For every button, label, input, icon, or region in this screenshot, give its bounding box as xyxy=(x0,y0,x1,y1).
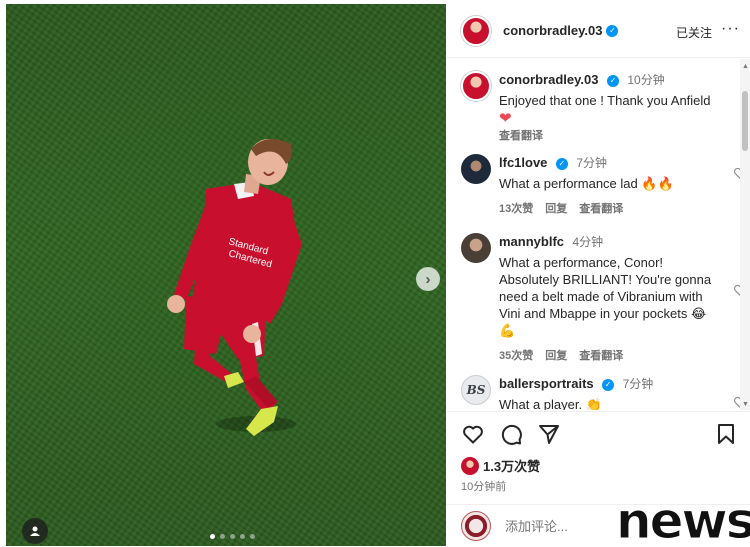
comment-time: 7分钟 xyxy=(576,156,608,170)
comment-time: 7分钟 xyxy=(622,377,654,391)
comment-like-heart-icon[interactable] xyxy=(733,283,740,297)
carousel-dot xyxy=(220,534,225,539)
comment-username[interactable]: mannyblfc xyxy=(499,234,564,249)
follow-status-button[interactable]: 已关注 xyxy=(676,24,712,41)
comment-like-heart-icon[interactable] xyxy=(733,166,740,180)
comment-avatar[interactable]: BS xyxy=(461,375,491,405)
verified-badge-icon: ✓ xyxy=(606,24,619,37)
comment-avatar[interactable] xyxy=(461,71,491,101)
reply-button[interactable]: 回复 xyxy=(545,200,567,216)
chevron-right-icon: › xyxy=(425,270,431,288)
verified-badge-icon: ✓ xyxy=(606,74,619,87)
post-timestamp: 10分钟前 xyxy=(461,481,507,493)
verified-badge-icon: ✓ xyxy=(555,157,568,170)
post-side-panel: conorbradley.03 ✓ 已关注 ··· conorbradley.0… xyxy=(447,4,750,547)
liker-avatar xyxy=(461,456,479,475)
comment-icon[interactable] xyxy=(499,422,523,446)
post-photo[interactable]: Standard Chartered › xyxy=(6,4,446,546)
likes-summary[interactable]: 1.3万次赞 xyxy=(461,456,540,475)
post-actions: 1.3万次赞 10分钟前 xyxy=(447,411,750,501)
comment-like-count[interactable]: 35次赞 xyxy=(499,347,533,363)
user-tag-button[interactable] xyxy=(22,518,48,544)
carousel-dot xyxy=(250,534,255,539)
carousel-dot xyxy=(210,534,215,539)
comment-item: BS ballersportraits ✓ 7分钟 What a player.… xyxy=(461,375,740,410)
verified-badge-icon: ✓ xyxy=(602,378,615,391)
author-username[interactable]: conorbradley.03 xyxy=(503,23,602,38)
scroll-thumb[interactable] xyxy=(742,91,748,151)
translate-link[interactable]: 查看翻译 xyxy=(499,127,543,143)
comment-username[interactable]: ballersportraits xyxy=(499,376,594,391)
news-watermark: news xyxy=(615,492,750,547)
post-header: conorbradley.03 ✓ 已关注 ··· xyxy=(447,4,750,58)
comment-username[interactable]: conorbradley.03 xyxy=(499,72,598,87)
comment-avatar[interactable] xyxy=(461,233,491,263)
current-user-avatar xyxy=(461,511,491,541)
comment-username[interactable]: lfc1love xyxy=(499,155,547,170)
comment-like-count[interactable]: 13次赞 xyxy=(499,200,533,216)
comment-avatar[interactable] xyxy=(461,154,491,184)
carousel-next-button[interactable]: › xyxy=(416,267,440,291)
reply-button[interactable]: 回复 xyxy=(545,347,567,363)
comment-text: What a performance lad 🔥🔥 xyxy=(499,176,674,191)
comment-time: 4分钟 xyxy=(572,235,604,249)
comments-list: conorbradley.03 ✓ 10分钟 Enjoyed that one … xyxy=(447,59,740,410)
translate-link[interactable]: 查看翻译 xyxy=(579,347,623,363)
likes-count[interactable]: 1.3万次赞 xyxy=(483,456,540,475)
comment-time: 10分钟 xyxy=(627,73,665,87)
heart-icon[interactable] xyxy=(461,422,485,446)
comment-text: Enjoyed that one ! Thank you Anfield xyxy=(499,93,711,108)
comment-item: lfc1love ✓ 7分钟 What a performance lad 🔥🔥… xyxy=(461,154,740,216)
player-celebration-image: Standard Chartered xyxy=(167,139,302,436)
send-icon[interactable] xyxy=(537,422,561,446)
scroll-down-arrow-icon[interactable]: ▼ xyxy=(742,401,749,408)
scroll-up-arrow-icon[interactable]: ▲ xyxy=(742,63,749,70)
more-options-icon[interactable]: ··· xyxy=(721,20,740,38)
comments-scrollbar[interactable]: ▲ ▼ xyxy=(740,59,750,410)
comment-input[interactable] xyxy=(505,518,595,534)
author-avatar[interactable] xyxy=(461,15,491,46)
carousel-indicator xyxy=(210,534,255,539)
user-tag-icon xyxy=(30,526,40,536)
red-heart-emoji: ❤ xyxy=(499,110,512,127)
carousel-dot xyxy=(240,534,245,539)
translate-link[interactable]: 查看翻译 xyxy=(579,200,623,216)
comment-text: What a performance, Conor! Absolutely BR… xyxy=(499,255,712,338)
carousel-dot xyxy=(230,534,235,539)
comment-like-heart-icon[interactable] xyxy=(733,395,740,409)
comment-text: What a player. 👏 xyxy=(499,397,602,410)
comment-item: mannyblfc 4分钟 What a performance, Conor!… xyxy=(461,233,740,363)
bookmark-icon[interactable] xyxy=(714,422,738,446)
comment-item: conorbradley.03 ✓ 10分钟 Enjoyed that one … xyxy=(461,71,740,143)
